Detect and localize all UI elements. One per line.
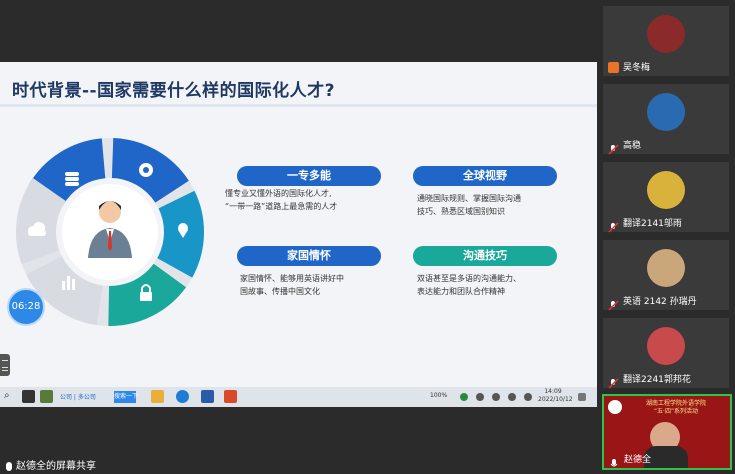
tray-icon[interactable]	[476, 393, 484, 401]
mic-muted-icon	[608, 218, 619, 233]
banner-line: 湖南工程学院外语学院	[645, 400, 706, 407]
heading-expertise: 一专多能	[237, 166, 381, 186]
participant-name: 英语 2142 孙瑞丹	[623, 297, 697, 307]
mic-icon	[6, 461, 12, 471]
tray-icon[interactable]	[508, 393, 516, 401]
avatar	[647, 327, 685, 365]
text-communication: 双语甚至是多语的沟通能力、 表达能力和团队合作精神	[417, 272, 577, 298]
taskbar-task-label[interactable]: 搜索一下	[114, 391, 138, 403]
participant-tile[interactable]: 翻译2241郭邦花	[603, 318, 729, 389]
slide-title: 时代背景--国家需要什么样的国际化人才?	[12, 81, 335, 101]
powerpoint-icon[interactable]	[224, 390, 237, 403]
heading-communication: 沟通技巧	[413, 246, 557, 266]
screen-share-label: 赵德全的屏幕共享	[6, 457, 96, 472]
clock-date: 2022/10/12	[538, 396, 573, 403]
tray-icon[interactable]	[460, 393, 468, 401]
clock-time: 14:09	[544, 388, 562, 395]
task-view-icon[interactable]	[22, 390, 35, 403]
video-banner: 湖南工程学院外语学院 “五·四”系列活动	[626, 400, 726, 416]
text-line: 通晓国际规则、掌握国际沟通	[417, 194, 521, 203]
user-icon	[608, 62, 619, 73]
text-global-vision: 通晓国际规则、掌握国际沟通 技巧、熟悉区域国别知识	[417, 192, 577, 218]
tray-icon[interactable]	[492, 393, 500, 401]
shared-screen: 时代背景--国家需要什么样的国际化人才? 一专多能 懂专业又懂外语的国际化人才,…	[0, 62, 597, 407]
text-line: 国故事、传播中国文化	[240, 287, 320, 296]
battery-indicator[interactable]: 100%	[430, 392, 447, 399]
banner-line: “五·四”系列活动	[653, 408, 699, 415]
participant-tile[interactable]: 翻译2141邬雨	[603, 162, 729, 233]
text-patriotism: 家国情怀、能够用英语讲好中 国故事、传播中国文化	[240, 272, 400, 298]
participant-name: 吴冬梅	[623, 63, 651, 73]
logo-icon	[608, 400, 622, 414]
mic-icon	[609, 454, 620, 467]
text-line: 懂专业又懂外语的国际化人才,	[225, 189, 332, 198]
heading-global-vision: 全球视野	[413, 166, 557, 186]
participant-name: 翻译2141邬雨	[623, 219, 682, 229]
mic-muted-icon	[608, 296, 619, 311]
taskbar: ⌕ 公司 | 多公司 搜索一下 100% 14:09 2022/10/12	[0, 387, 597, 407]
text-expertise: 懂专业又懂外语的国际化人才, “一带一路”道路上最急需的人才	[225, 187, 385, 213]
participant-tile-active-speaker[interactable]: 湖南工程学院外语学院 “五·四”系列活动 赵德全	[602, 394, 732, 470]
search-icon[interactable]: ⌕	[4, 390, 10, 401]
title-divider	[0, 104, 597, 107]
participant-tile[interactable]: 高稳	[603, 84, 729, 155]
text-line: 家国情怀、能够用英语讲好中	[240, 274, 344, 283]
app-icon[interactable]	[40, 390, 53, 403]
text-line: 双语甚至是多语的沟通能力、	[417, 274, 521, 283]
folder-icon[interactable]	[151, 390, 164, 403]
avatar	[647, 171, 685, 209]
countdown-timer[interactable]: 06:28	[7, 288, 45, 326]
avatar	[647, 15, 685, 53]
participant-name: 翻译2241郭邦花	[623, 375, 691, 385]
mic-muted-icon	[608, 374, 619, 389]
notification-icon[interactable]	[578, 393, 586, 401]
gear-icon	[139, 163, 153, 177]
clock[interactable]: 14:09 2022/10/12	[538, 388, 573, 404]
participant-name: 赵德全	[624, 455, 652, 465]
taskbar-search-hint[interactable]: 公司 | 多公司	[60, 392, 96, 401]
side-handle[interactable]	[0, 354, 10, 376]
edge-icon[interactable]	[176, 390, 189, 403]
ring-segment	[108, 263, 187, 326]
participant-tile[interactable]: 英语 2142 孙瑞丹	[603, 240, 729, 311]
participant-name: 高稳	[623, 141, 642, 151]
heading-patriotism: 家国情怀	[237, 246, 381, 266]
screen-share-owner: 赵德全的屏幕共享	[16, 461, 96, 472]
mic-muted-icon	[608, 140, 619, 155]
tray-icon[interactable]	[524, 393, 532, 401]
text-line: 技巧、熟悉区域国别知识	[417, 207, 505, 216]
avatar	[647, 93, 685, 131]
avatar	[647, 249, 685, 287]
app-icon[interactable]	[201, 390, 214, 403]
participant-tile[interactable]: 吴冬梅	[603, 6, 729, 76]
text-line: “一带一路”道路上最急需的人才	[225, 202, 338, 211]
text-line: 表达能力和团队合作精神	[417, 287, 505, 296]
coins-icon	[65, 172, 79, 186]
